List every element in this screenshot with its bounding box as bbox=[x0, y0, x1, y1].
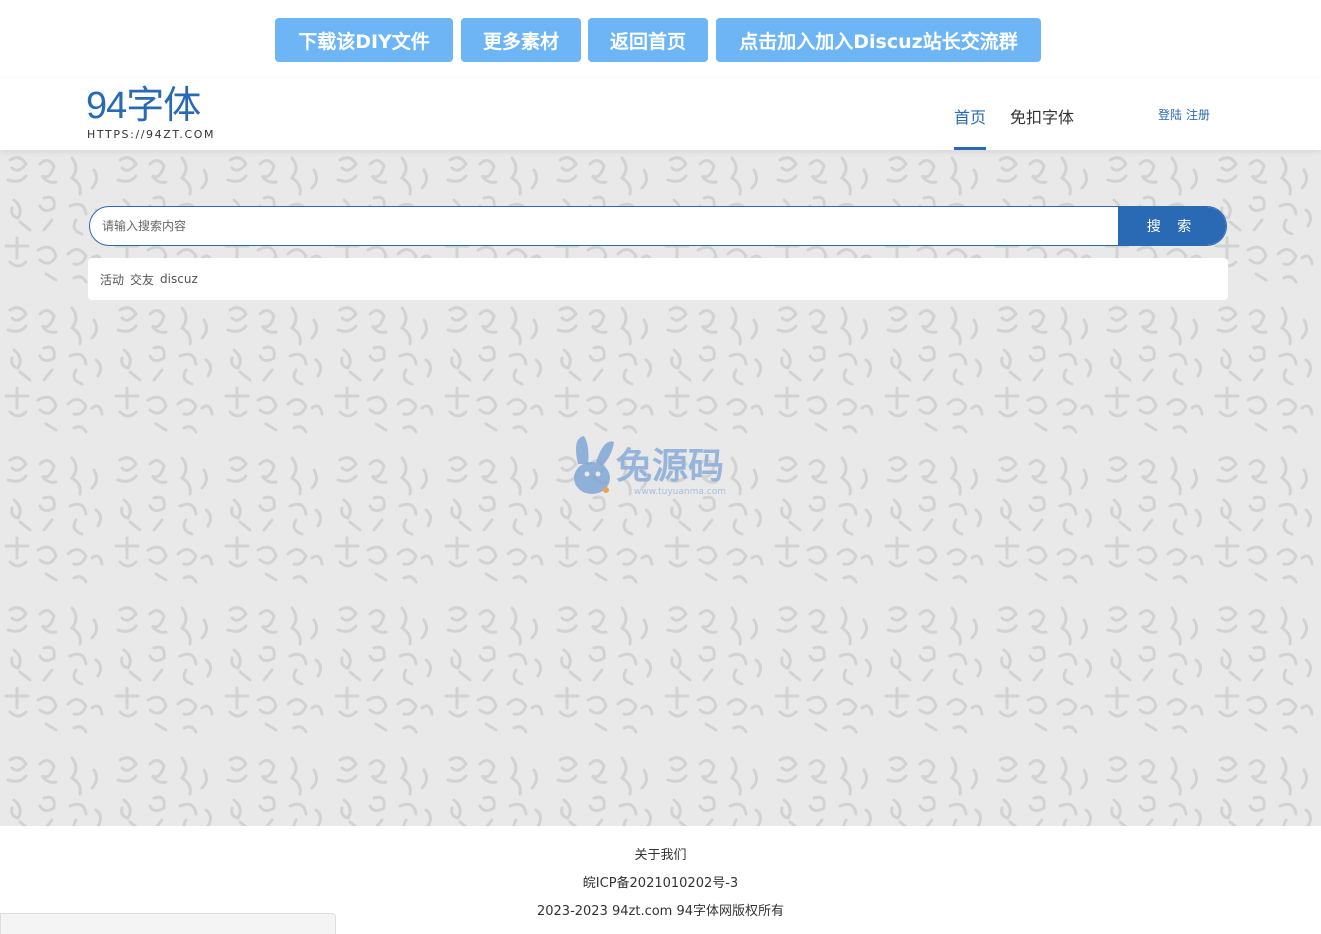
site-logo[interactable]: 94字体 HTTPS://94ZT.COM bbox=[86, 86, 216, 144]
hot-tag[interactable]: 活动 bbox=[100, 271, 124, 288]
logo-text: 94字体 bbox=[86, 85, 201, 127]
download-diy-button[interactable]: 下载该DIY文件 bbox=[275, 18, 453, 62]
search-bar: 搜 索 bbox=[89, 206, 1227, 246]
register-link[interactable]: 注册 bbox=[1186, 108, 1210, 122]
search-input[interactable] bbox=[90, 207, 1118, 245]
nav-home[interactable]: 首页 bbox=[954, 104, 986, 128]
watermark-text: 兔源码 bbox=[616, 446, 724, 487]
join-group-button[interactable]: 点击加入加入Discuz站长交流群 bbox=[716, 18, 1041, 62]
main-content: 搜 索 活动 交友 discuz 兔源码 www.tuyuanma.com bbox=[0, 150, 1321, 826]
nav-free-fonts[interactable]: 免扣字体 bbox=[1010, 104, 1074, 128]
watermark-logo: 兔源码 www.tuyuanma.com bbox=[574, 436, 726, 497]
logo-url: HTTPS://94ZT.COM bbox=[87, 128, 216, 141]
site-header: 94字体 HTTPS://94ZT.COM 首页 免扣字体 登陆 注册 bbox=[0, 78, 1321, 150]
hot-tag[interactable]: 交友 bbox=[130, 271, 154, 288]
search-button[interactable]: 搜 索 bbox=[1118, 207, 1226, 245]
about-link[interactable]: 关于我们 bbox=[0, 844, 1321, 863]
hot-tag[interactable]: discuz bbox=[160, 272, 198, 286]
hot-tags: 活动 交友 discuz bbox=[88, 258, 1228, 300]
bottom-left-panel bbox=[0, 913, 336, 934]
top-action-bar: 下载该DIY文件 更多素材 返回首页 点击加入加入Discuz站长交流群 bbox=[0, 0, 1321, 78]
rabbit-icon bbox=[574, 436, 614, 494]
login-link[interactable]: 登陆 bbox=[1158, 108, 1182, 122]
back-home-button[interactable]: 返回首页 bbox=[588, 18, 708, 62]
watermark-url: www.tuyuanma.com bbox=[634, 487, 726, 497]
auth-links: 登陆 注册 bbox=[1158, 106, 1214, 123]
more-materials-button[interactable]: 更多素材 bbox=[461, 18, 581, 62]
nav-active-indicator bbox=[954, 147, 986, 150]
icp-record[interactable]: 皖ICP备2021010202号-3 bbox=[0, 872, 1321, 891]
